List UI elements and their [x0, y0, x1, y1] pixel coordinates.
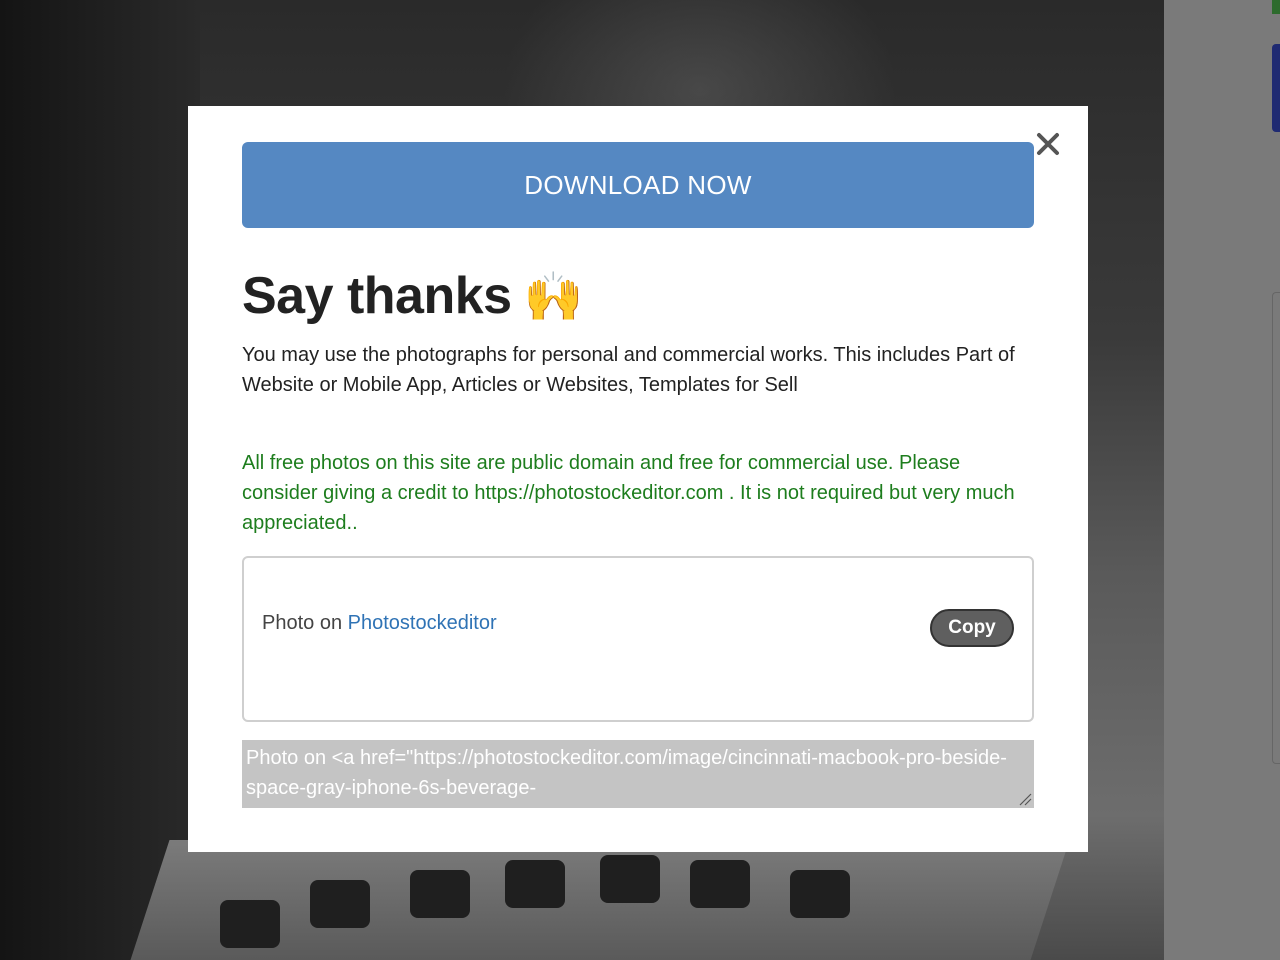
background-key	[410, 870, 470, 918]
background-key	[790, 870, 850, 918]
say-thanks-modal: DOWNLOAD NOW Say thanks 🙌 You may use th…	[188, 106, 1088, 852]
attribution-box: Photo on Photostockeditor Copy	[242, 556, 1034, 722]
sidebar-accent	[1272, 44, 1280, 132]
license-description: You may use the photographs for personal…	[242, 344, 1015, 396]
photostockeditor-link[interactable]: Photostockeditor	[348, 612, 497, 634]
modal-title-text: Say thanks	[242, 267, 512, 325]
background-shadow	[0, 0, 200, 960]
modal-title: Say thanks 🙌	[242, 264, 583, 328]
background-key	[505, 860, 565, 908]
background-key	[690, 860, 750, 908]
copy-button[interactable]: Copy	[930, 609, 1014, 647]
attribution-text: Photo on Photostockeditor	[262, 612, 497, 635]
attribution-prefix: Photo on	[262, 612, 348, 634]
download-now-button[interactable]: DOWNLOAD NOW	[242, 142, 1034, 228]
background-key	[220, 900, 280, 948]
page-sidebar-dimmed	[1164, 0, 1280, 960]
sidebar-accent	[1272, 0, 1280, 14]
credit-note: All free photos on this site are public …	[242, 452, 1015, 534]
background-key	[310, 880, 370, 928]
resize-handle-icon[interactable]	[1018, 792, 1032, 806]
close-button[interactable]	[1032, 128, 1064, 160]
sidebar-panel	[1272, 292, 1280, 764]
raising-hands-icon: 🙌	[523, 270, 584, 324]
background-key	[600, 855, 660, 903]
attribution-code-textarea[interactable]: Photo on <a href="https://photostockedit…	[242, 740, 1034, 808]
close-icon	[1037, 133, 1059, 155]
